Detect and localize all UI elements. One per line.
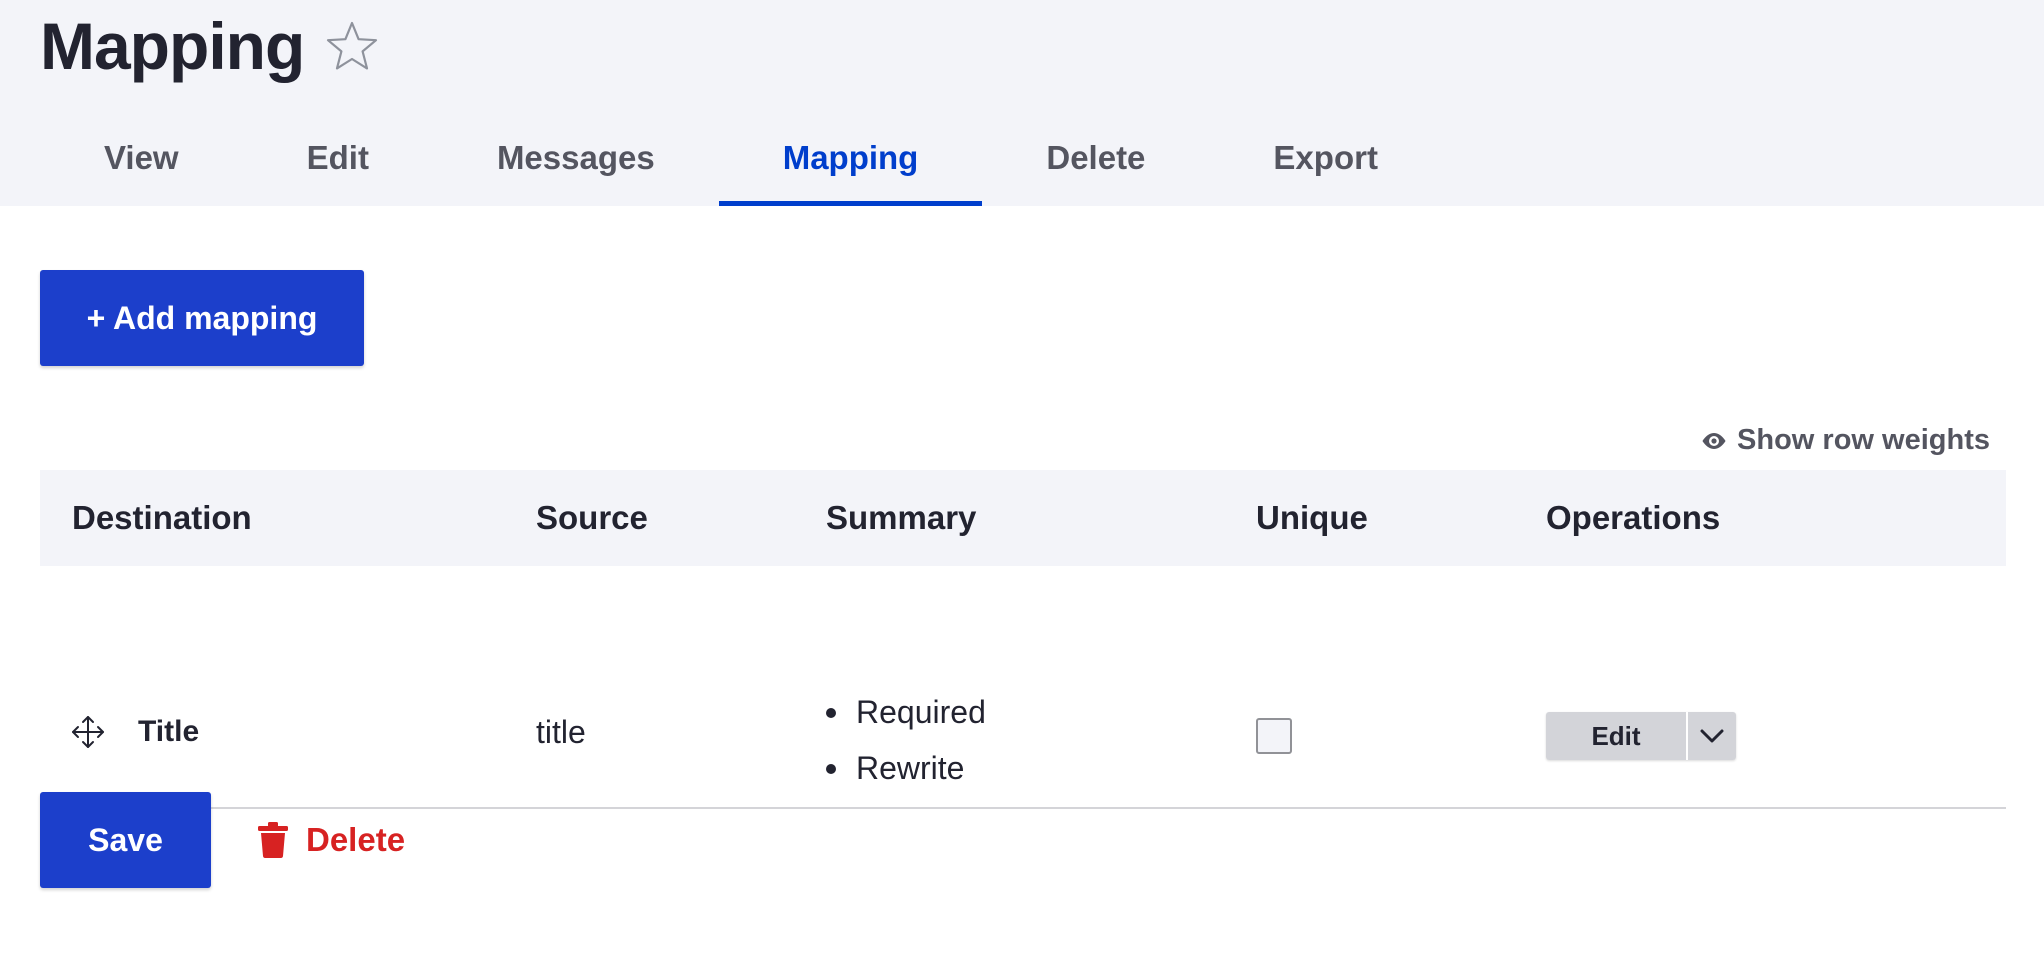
tab-label: Mapping — [782, 139, 919, 176]
tab-edit[interactable]: Edit — [243, 125, 433, 206]
tab-label: View — [104, 139, 179, 176]
add-mapping-button[interactable]: + Add mapping — [40, 270, 364, 366]
tab-delete[interactable]: Delete — [982, 125, 1209, 206]
summary-item: Rewrite — [826, 740, 986, 796]
tab-label: Export — [1273, 139, 1378, 176]
show-row-weights-toggle[interactable]: Show row weights — [1701, 424, 1990, 457]
operations-dropbutton: Edit — [1546, 712, 1736, 760]
tab-export[interactable]: Export — [1209, 125, 1442, 206]
edit-operation-button[interactable]: Edit — [1546, 712, 1686, 760]
mapping-table: Destination Source Summary Unique Operat… — [40, 470, 2006, 809]
unique-checkbox[interactable] — [1256, 718, 1292, 754]
column-header-unique: Unique — [1256, 499, 1368, 536]
tab-mapping[interactable]: Mapping — [718, 125, 983, 206]
tab-view[interactable]: View — [40, 125, 243, 206]
show-row-weights-label: Show row weights — [1737, 424, 1990, 456]
operations-toggle-button[interactable] — [1686, 712, 1736, 760]
tab-label: Edit — [306, 139, 369, 176]
tabs: View Edit Messages Mapping Delete Export — [40, 125, 1442, 206]
tab-label: Delete — [1046, 139, 1146, 176]
tab-label: Messages — [496, 139, 655, 176]
page-header: Mapping View Edit Messages Mapping Delet… — [0, 0, 2044, 206]
destination-cell: Title — [138, 715, 200, 748]
summary-list: Required Rewrite — [826, 684, 986, 796]
page-title: Mapping — [40, 9, 305, 83]
source-cell: title — [536, 713, 586, 750]
tab-messages[interactable]: Messages — [433, 125, 719, 206]
table-header: Destination Source Summary Unique Operat… — [40, 470, 2006, 566]
delete-label: Delete — [306, 821, 406, 858]
delete-link[interactable]: Delete — [258, 816, 405, 864]
title-row: Mapping — [40, 6, 378, 86]
column-header-operations: Operations — [1546, 499, 1721, 536]
drag-handle-icon[interactable] — [70, 714, 106, 750]
eye-icon — [1702, 432, 1726, 449]
star-icon[interactable] — [326, 20, 378, 72]
column-header-destination: Destination — [72, 499, 252, 536]
column-header-summary: Summary — [826, 499, 977, 536]
summary-item: Required — [826, 684, 986, 740]
trash-icon — [258, 822, 288, 858]
chevron-down-icon — [1700, 729, 1724, 743]
save-button[interactable]: Save — [40, 792, 211, 888]
table-row: Title title Required Rewrite Edit — [40, 566, 2006, 809]
column-header-source: Source — [536, 499, 648, 536]
